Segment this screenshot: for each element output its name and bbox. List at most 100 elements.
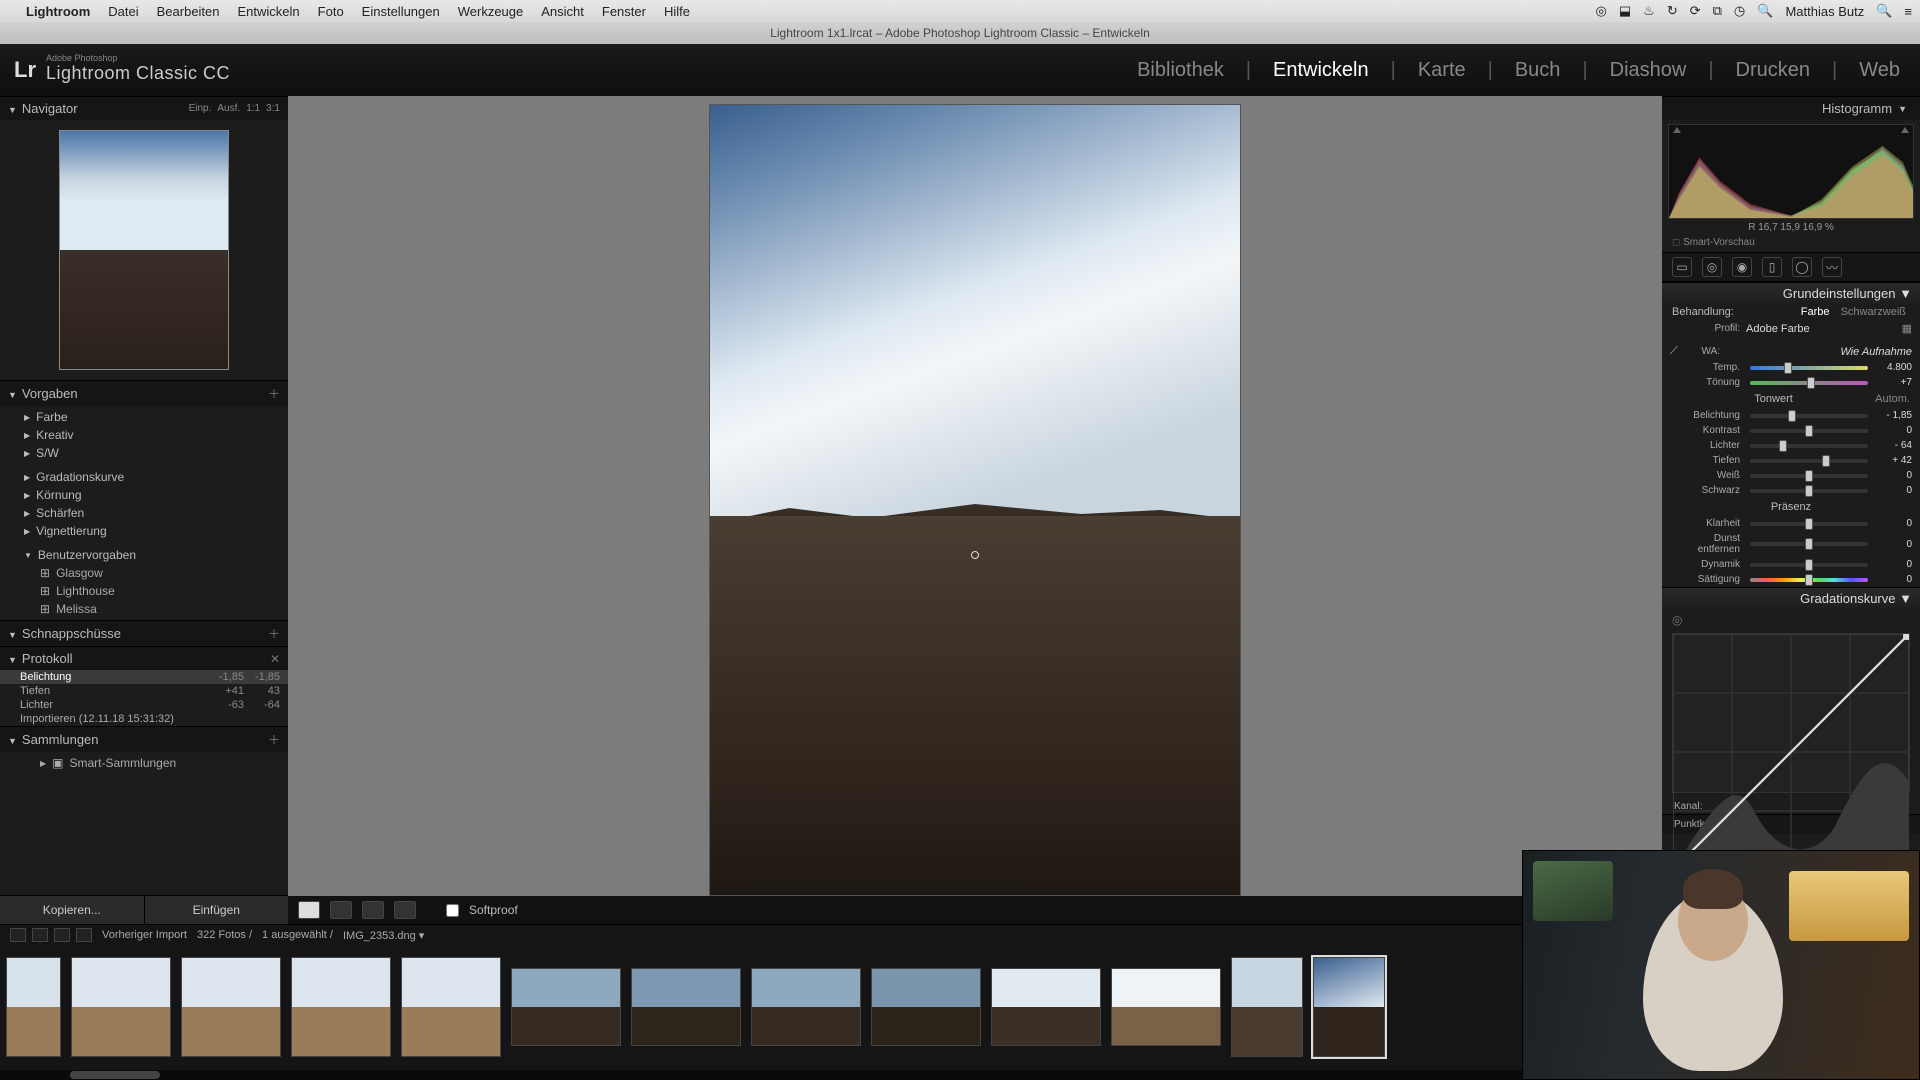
preset-item[interactable]: ⊞Melissa <box>0 600 288 618</box>
radial-tool-icon[interactable]: ◯ <box>1792 257 1812 277</box>
zoom-fit[interactable]: Einp. <box>189 103 212 114</box>
filmstrip-thumb[interactable] <box>181 957 281 1057</box>
zoom-fill[interactable]: Ausf. <box>217 103 240 114</box>
curve-target-icon[interactable]: ◎ <box>1672 613 1682 627</box>
filmstrip-thumb[interactable] <box>871 968 981 1046</box>
module-entwickeln[interactable]: Entwickeln <box>1267 59 1375 82</box>
history-row[interactable]: Tiefen+4143 <box>0 684 288 698</box>
redeye-tool-icon[interactable]: ◉ <box>1732 257 1752 277</box>
before-after-split-button[interactable] <box>362 901 384 919</box>
histogram-header[interactable]: Histogramm ▼ <box>1662 96 1920 120</box>
filmstrip-thumb[interactable] <box>631 968 741 1046</box>
smart-sammlungen-item[interactable]: ▶▣Smart-Sammlungen <box>0 754 288 772</box>
wb-eyedropper-icon[interactable]: ⟋ <box>1670 345 1686 358</box>
schnappschuesse-header[interactable]: ▼Schnappschüsse ＋ <box>0 620 288 646</box>
adjust-slider[interactable] <box>1750 489 1868 493</box>
dropbox-icon[interactable]: ⬓ <box>1619 3 1631 19</box>
preset-group[interactable]: ▶Farbe <box>0 408 288 426</box>
adjust-slider[interactable] <box>1750 474 1868 478</box>
filmstrip-thumb[interactable] <box>71 957 171 1057</box>
preset-item[interactable]: ⊞Glasgow <box>0 564 288 582</box>
menu-entwickeln[interactable]: Entwickeln <box>238 4 300 19</box>
adjust-slider[interactable] <box>1750 542 1868 546</box>
loupe-view-button[interactable] <box>298 901 320 919</box>
wb-value[interactable]: Wie Aufnahme <box>1840 346 1912 358</box>
filmstrip-thumb[interactable] <box>6 957 61 1057</box>
menu-bearbeiten[interactable]: Bearbeiten <box>157 4 220 19</box>
module-buch[interactable]: Buch <box>1509 59 1567 82</box>
filmstrip-thumb[interactable] <box>1231 957 1303 1057</box>
flame-icon[interactable]: ♨ <box>1643 3 1655 19</box>
curve-panel-header[interactable]: Gradationskurve ▼ <box>1662 587 1920 609</box>
copy-settings-button[interactable]: Kopieren... <box>0 896 145 924</box>
menubar-username[interactable]: Matthias Butz <box>1785 4 1864 19</box>
zoom-3-1[interactable]: 3:1 <box>266 103 280 114</box>
crop-tool-icon[interactable]: ▭ <box>1672 257 1692 277</box>
module-bibliothek[interactable]: Bibliothek <box>1131 59 1230 82</box>
history-row[interactable]: Importieren (12.11.18 15:31:32) <box>0 712 288 726</box>
menu-werkzeuge[interactable]: Werkzeuge <box>458 4 524 19</box>
canvas-area[interactable]: Softproof <box>288 96 1662 924</box>
filmstrip-thumb[interactable] <box>511 968 621 1046</box>
search-icon[interactable]: 🔍 <box>1876 3 1892 19</box>
histogram[interactable] <box>1668 124 1914 219</box>
menu-datei[interactable]: Datei <box>108 4 138 19</box>
filmstrip-thumb-selected[interactable] <box>1313 957 1385 1057</box>
menu-extra-icon[interactable]: ≡ <box>1904 4 1912 19</box>
brush-tool-icon[interactable]: 〰 <box>1822 257 1842 277</box>
swap-button[interactable] <box>394 901 416 919</box>
treatment-bw-button[interactable]: Schwarzweiß <box>1837 306 1910 318</box>
menu-fenster[interactable]: Fenster <box>602 4 646 19</box>
module-diashow[interactable]: Diashow <box>1604 59 1693 82</box>
navigator-zoom-controls[interactable]: Einp. Ausf. 1:1 3:1 <box>189 103 280 114</box>
shadow-clip-icon[interactable] <box>1673 127 1681 133</box>
filmstrip-thumb[interactable] <box>1111 968 1221 1046</box>
adjust-slider[interactable] <box>1750 444 1868 448</box>
gradient-tool-icon[interactable]: ▯ <box>1762 257 1782 277</box>
preset-group[interactable]: ▶Körnung <box>0 486 288 504</box>
adjust-slider[interactable] <box>1750 522 1868 526</box>
clock-icon[interactable]: ◷ <box>1734 3 1745 19</box>
preset-group[interactable]: ▶Kreativ <box>0 426 288 444</box>
adjust-slider[interactable] <box>1750 578 1868 582</box>
adjust-slider[interactable] <box>1750 459 1868 463</box>
protokoll-header[interactable]: ▼Protokoll ✕ <box>0 646 288 670</box>
highlight-clip-icon[interactable] <box>1901 127 1909 133</box>
preset-group[interactable]: ▶S/W <box>0 444 288 462</box>
nav-forward-icon[interactable] <box>76 928 92 942</box>
schnappschuesse-add-icon[interactable]: ＋ <box>268 625 280 642</box>
tint-slider[interactable] <box>1750 381 1868 385</box>
profile-value[interactable]: Adobe Farbe <box>1746 323 1902 335</box>
protokoll-clear-icon[interactable]: ✕ <box>270 652 280 666</box>
spot-tool-icon[interactable]: ◎ <box>1702 257 1722 277</box>
auto-tone-button[interactable]: Autom. <box>1875 393 1910 405</box>
menu-ansicht[interactable]: Ansicht <box>541 4 584 19</box>
sammlungen-add-icon[interactable]: ＋ <box>268 731 280 748</box>
menu-einstellungen[interactable]: Einstellungen <box>362 4 440 19</box>
cc-sync-icon[interactable]: ◎ <box>1596 3 1607 19</box>
preset-group[interactable]: ▶Vignettierung <box>0 522 288 540</box>
adjust-slider[interactable] <box>1750 414 1868 418</box>
basic-panel-header[interactable]: Grundeinstellungen ▼ <box>1662 282 1920 304</box>
preset-group[interactable]: ▶Gradationskurve <box>0 468 288 486</box>
vorgaben-header[interactable]: ▼Vorgaben ＋ <box>0 380 288 406</box>
treatment-color-button[interactable]: Farbe <box>1797 306 1834 318</box>
adjust-slider[interactable] <box>1750 429 1868 433</box>
filmstrip-scroll-thumb[interactable] <box>70 1071 160 1079</box>
zoom-1-1[interactable]: 1:1 <box>246 103 260 114</box>
temp-slider[interactable] <box>1750 366 1868 370</box>
filmstrip-thumb[interactable] <box>751 968 861 1046</box>
module-web[interactable]: Web <box>1853 59 1906 82</box>
filmstrip-source[interactable]: Vorheriger Import <box>102 929 187 941</box>
before-after-button[interactable] <box>330 901 352 919</box>
adjust-slider[interactable] <box>1750 563 1868 567</box>
filmstrip-thumb[interactable] <box>401 957 501 1057</box>
sammlungen-header[interactable]: ▼Sammlungen ＋ <box>0 726 288 752</box>
navigator-thumbnail[interactable] <box>59 130 229 370</box>
menu-foto[interactable]: Foto <box>318 4 344 19</box>
module-drucken[interactable]: Drucken <box>1730 59 1816 82</box>
navigator-header[interactable]: ▼Navigator Einp. Ausf. 1:1 3:1 <box>0 96 288 120</box>
grid-icon[interactable] <box>32 928 48 942</box>
preset-item[interactable]: ⊞Lighthouse <box>0 582 288 600</box>
second-monitor-icon[interactable] <box>10 928 26 942</box>
